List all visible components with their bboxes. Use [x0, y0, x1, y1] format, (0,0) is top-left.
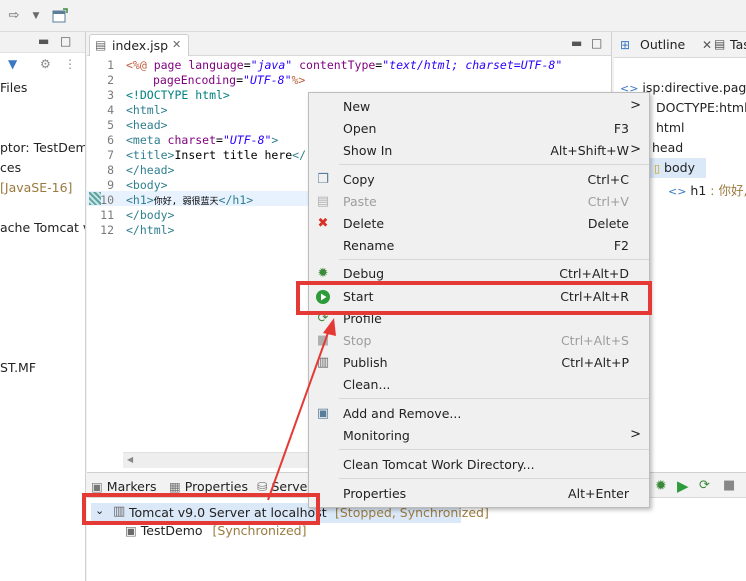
annotation-arrow-icon [267, 318, 336, 501]
